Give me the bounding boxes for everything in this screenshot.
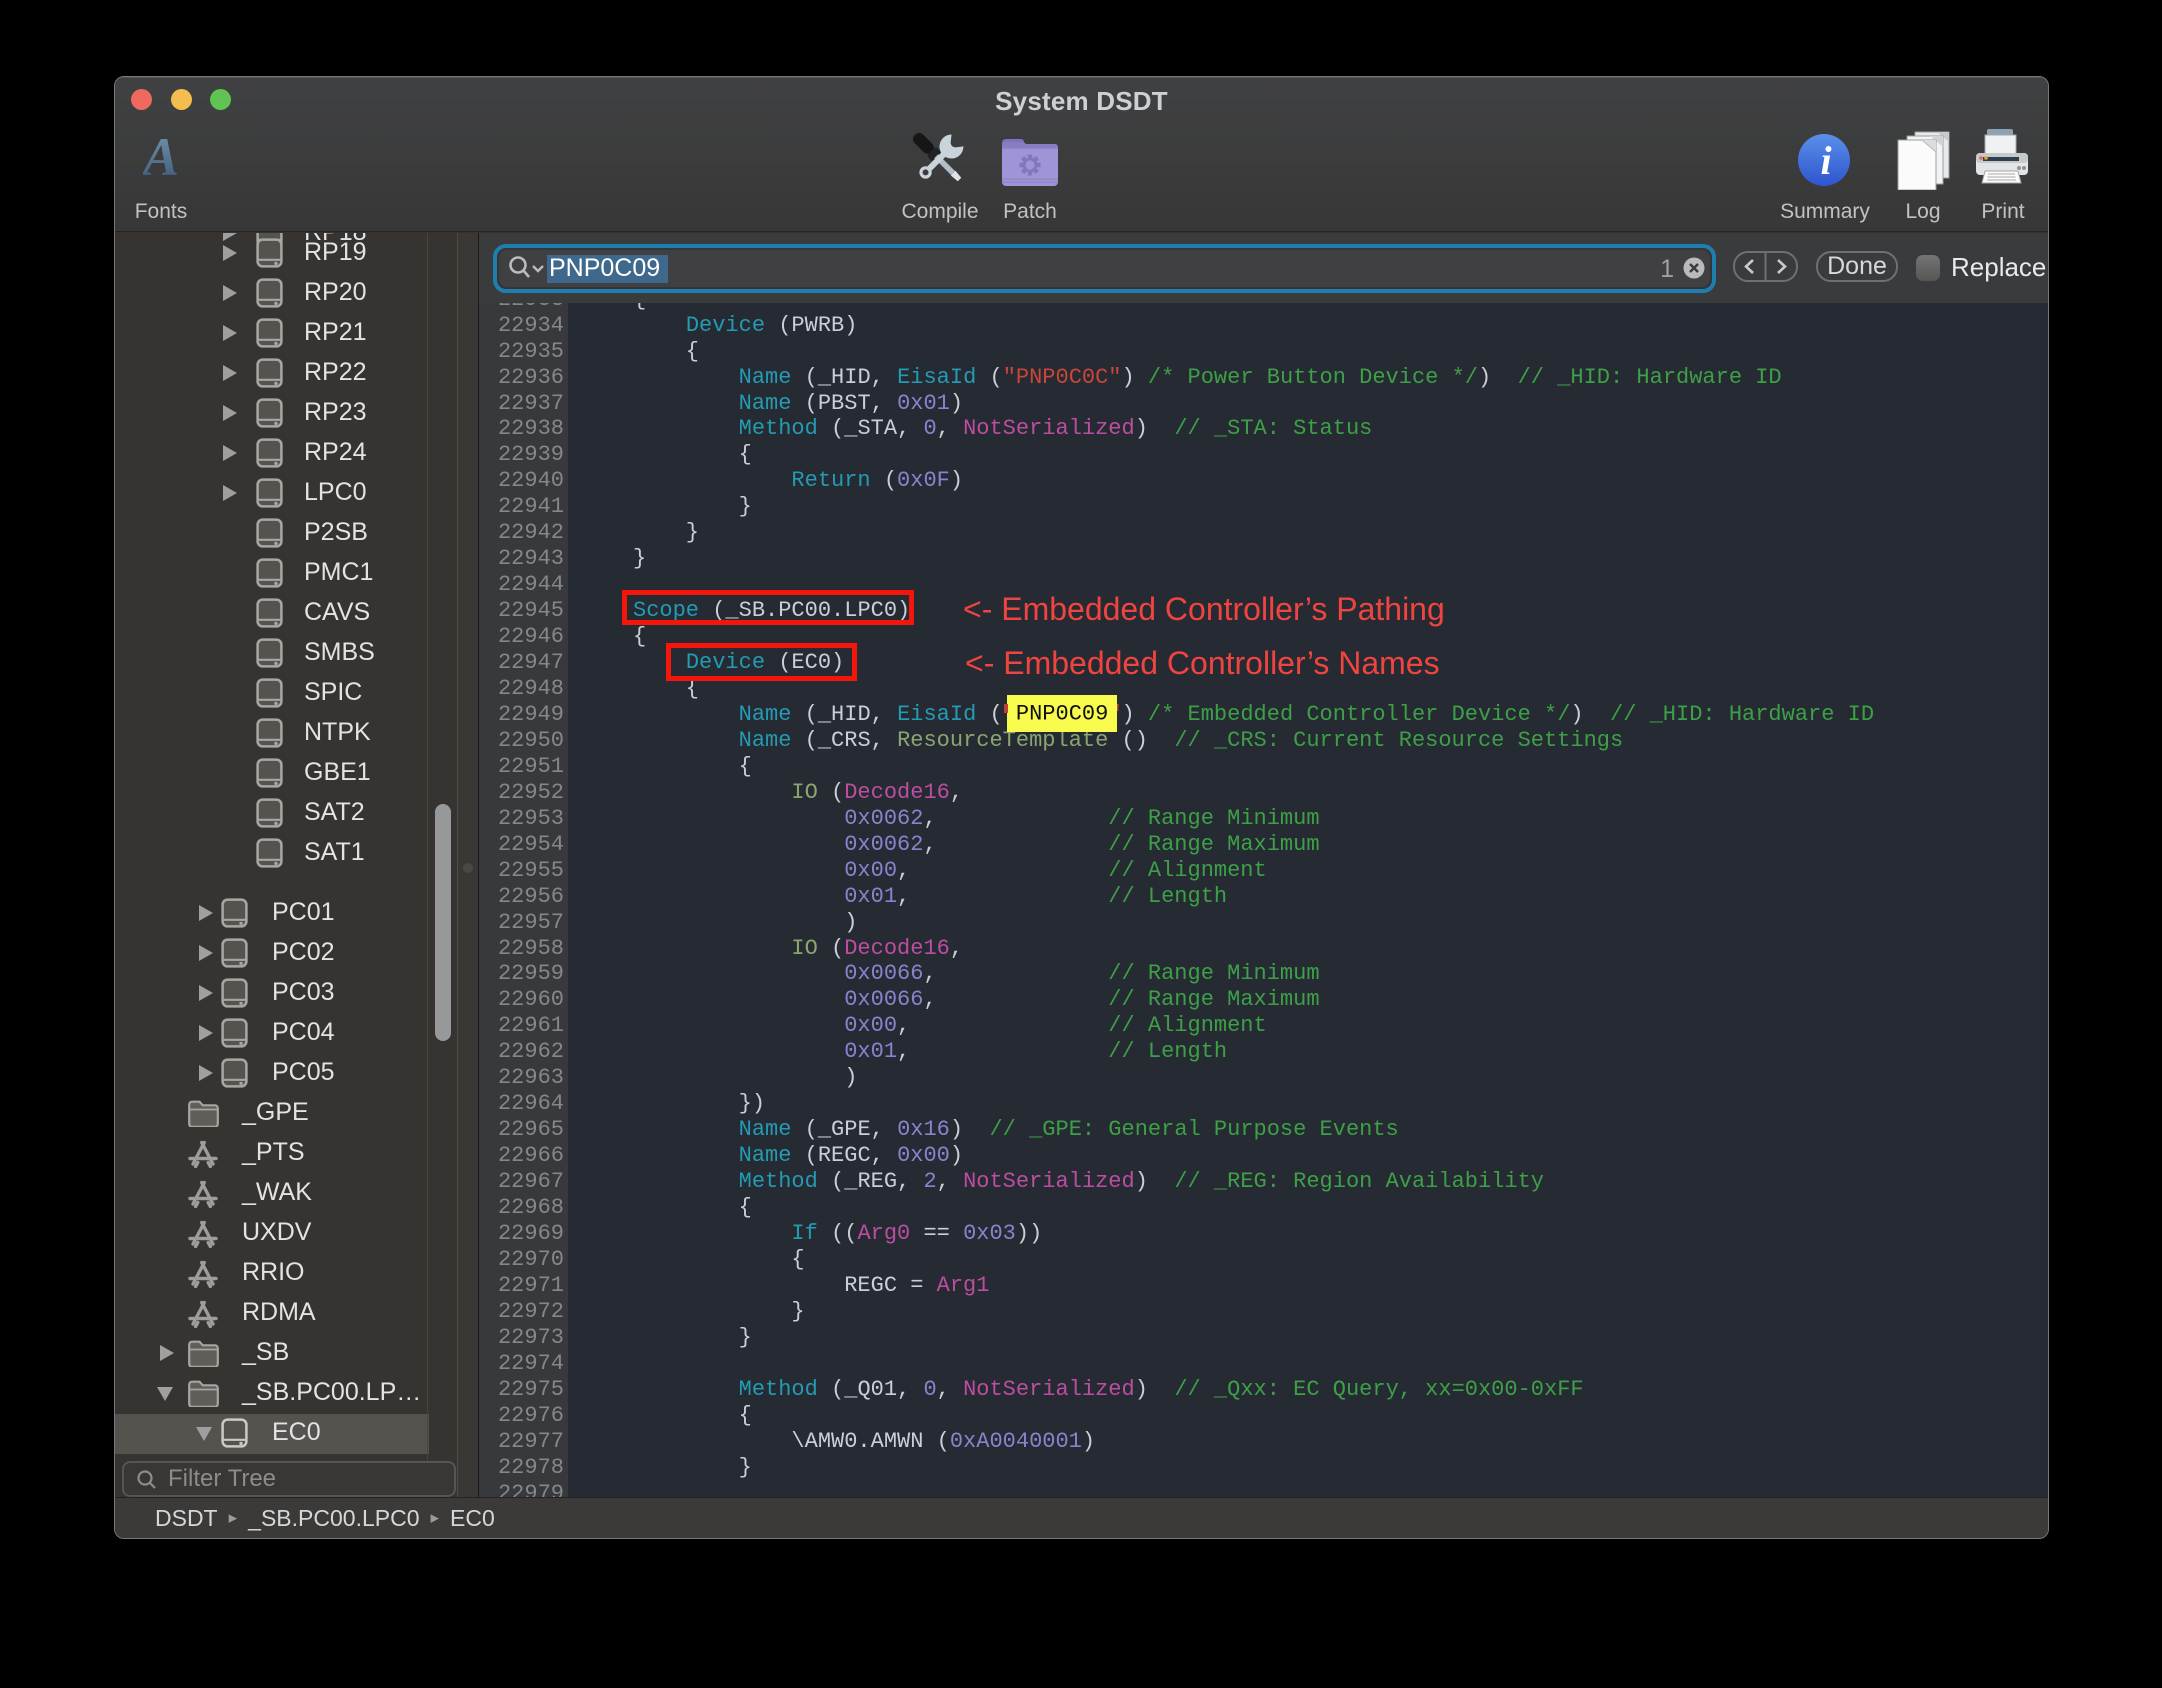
svg-text:i: i [1820,138,1831,183]
